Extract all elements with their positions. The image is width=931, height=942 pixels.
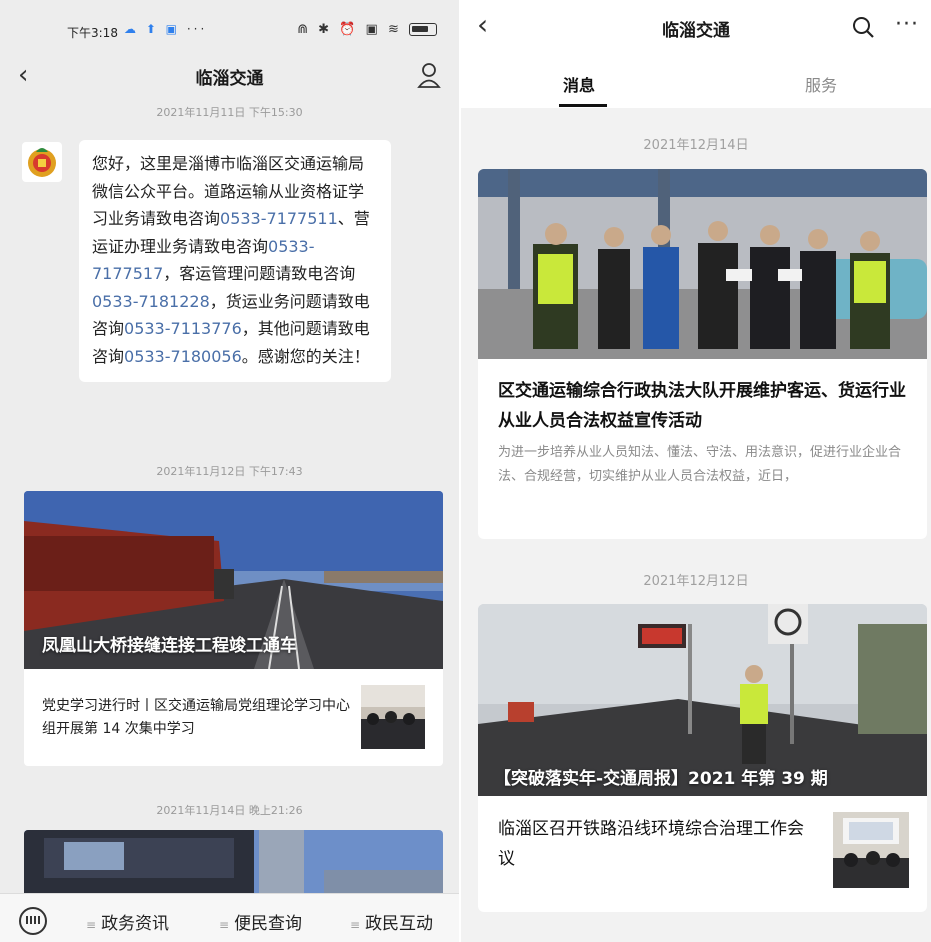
bottom-menu-bar: ≡ 政务资讯 ≡ 便民查询 ≡ 政民互动: [0, 893, 459, 942]
phone-number-link[interactable]: 0533-7181228: [92, 292, 210, 311]
left-screen: 下午3:18 ☁ ⬆ ▣ ··· ⋒ ✱ ⏰ ▣ ≋ ‹ 临淄交通 2021年1…: [0, 0, 459, 942]
truck-photo: [24, 830, 443, 900]
conference-photo: [833, 812, 909, 888]
account-avatar[interactable]: [22, 142, 62, 182]
post-description: 为进一步培养从业人员知法、懂法、守法、用法意识，促进行业企业合法、合规经营，切实…: [498, 445, 902, 484]
enforcement-photo: [478, 169, 927, 359]
emblem-icon: [28, 148, 56, 177]
tab-services[interactable]: 服务: [805, 72, 837, 96]
welcome-message-bubble: 您好，这里是淄博市临淄区交通运输局微信公众平台。道路运输从业资格证学习业务请致电…: [79, 140, 391, 382]
post-date-2: 2021年12月12日: [643, 574, 749, 589]
alarm-icon: ⏰: [339, 22, 359, 37]
post-hero-title: 【突破落实年-交通周报】2021 年第 39 期: [494, 769, 828, 789]
phone-number-link[interactable]: 0533-7113776: [124, 319, 242, 338]
notification-icons: ☁ ⬆ ▣ ···: [124, 22, 208, 36]
menu-list-icon: ≡: [86, 918, 97, 932]
menu-label: 便民查询: [234, 914, 303, 934]
headphones-icon: ⋒: [297, 22, 311, 37]
menu-item-1[interactable]: ≡ 政务资讯: [86, 909, 169, 934]
status-bar: 下午3:18 ☁ ⬆ ▣ ··· ⋒ ✱ ⏰ ▣ ≋: [0, 22, 459, 44]
search-icon[interactable]: [852, 16, 874, 38]
post-hero-image[interactable]: 【突破落实年-交通周报】2021 年第 39 期: [478, 604, 927, 796]
post-sub-title[interactable]: 临淄区召开铁路沿线环境综合治理工作会议: [498, 814, 818, 874]
bluetooth-icon: ✱: [318, 22, 333, 37]
message-timestamp: 2021年11月11日 下午15:30: [156, 106, 303, 119]
phone-number-link[interactable]: 0533-7177511: [220, 209, 338, 228]
wifi-icon: ≋: [387, 22, 402, 37]
keyboard-icon[interactable]: [19, 907, 47, 935]
post-date: 2021年12月14日: [643, 138, 749, 153]
menu-label: 政务资讯: [101, 914, 170, 934]
profile-icon[interactable]: [417, 62, 441, 88]
menu-item-3[interactable]: ≡ 政民互动: [350, 909, 433, 934]
menu-label: 政民互动: [365, 914, 434, 934]
system-icons: ⋒ ✱ ⏰ ▣ ≋: [297, 22, 437, 37]
article-card[interactable]: 凤凰山大桥接缝连接工程竣工通车 党史学习进行时丨区交通运输局党组理论学习中心组开…: [24, 491, 443, 766]
menu-list-icon: ≡: [219, 918, 230, 932]
article-sub-title[interactable]: 党史学习进行时丨区交通运输局党组理论学习中心组开展第 14 次集中学习: [42, 695, 357, 741]
menu-item-2[interactable]: ≡ 便民查询: [219, 909, 302, 934]
article-thumbnail[interactable]: [361, 685, 425, 749]
right-screen: ‹ 临淄交通 ··· 消息 服务 2021年12月14日 区交通运输综合行政执法…: [461, 0, 931, 942]
post-thumbnail[interactable]: [833, 812, 909, 888]
article-timestamp: 2021年11月12日 下午17:43: [156, 465, 303, 478]
account-header: ‹ 临淄交通 ··· 消息 服务: [461, 0, 931, 108]
more-icon[interactable]: ···: [895, 12, 919, 37]
status-time: 下午3:18: [67, 26, 118, 40]
message-text: 。感谢您的关注！: [241, 346, 370, 366]
active-tab-indicator: [559, 104, 607, 107]
article-hero-title: 凤凰山大桥接缝连接工程竣工通车: [42, 636, 297, 656]
menu-list-icon: ≡: [350, 918, 361, 932]
post-title[interactable]: 区交通运输综合行政执法大队开展维护客运、货运行业从业人员合法权益宣传活动: [498, 376, 918, 436]
battery-icon: [409, 23, 437, 36]
article-timestamp-2: 2021年11月14日 晚上21:26: [156, 804, 303, 817]
message-text: ，客运管理问题请致电咨询: [163, 264, 356, 283]
post-card-2[interactable]: 【突破落实年-交通周报】2021 年第 39 期 临淄区召开铁路沿线环境综合治理…: [478, 604, 927, 912]
article-card-2[interactable]: [24, 830, 443, 900]
chat-header: ‹ 临淄交通: [0, 58, 459, 94]
meeting-photo: [361, 685, 425, 749]
screen-icon: ▣: [365, 22, 381, 37]
phone-number-link[interactable]: 0533-7180056: [124, 347, 242, 366]
article-hero-image[interactable]: 凤凰山大桥接缝连接工程竣工通车: [24, 491, 443, 669]
status-dots: ···: [186, 22, 208, 36]
post-card[interactable]: 区交通运输综合行政执法大队开展维护客运、货运行业从业人员合法权益宣传活动 为进一…: [478, 169, 927, 539]
post-image[interactable]: [478, 169, 927, 359]
tab-messages[interactable]: 消息: [563, 72, 595, 96]
chat-title: 临淄交通: [195, 69, 264, 89]
